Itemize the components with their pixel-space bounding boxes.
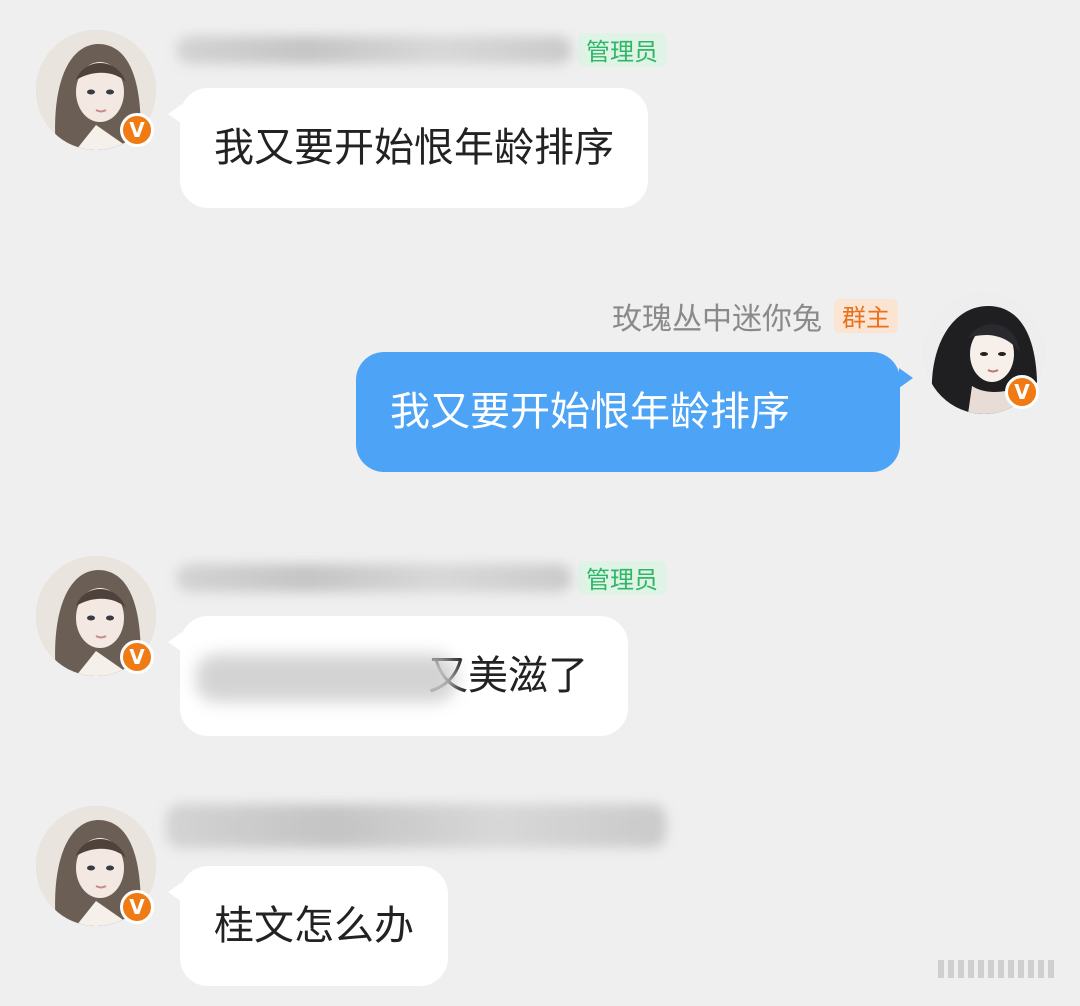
role-tag-owner: 群主	[834, 299, 898, 333]
bubble-tail	[899, 368, 913, 388]
message-bubble[interactable]: 我又要开始恨年龄排序	[356, 352, 900, 472]
vip-v-badge-icon: V	[120, 640, 154, 674]
message-bubble[interactable]: 桂文怎么办	[180, 866, 448, 986]
sender-name-row: 管理员	[176, 30, 666, 70]
watermark	[938, 960, 1054, 978]
sender-name-row: 玫瑰丛中迷你兔 群主	[612, 296, 898, 337]
role-tag-admin: 管理员	[578, 33, 666, 67]
sender-name-redacted	[176, 36, 572, 64]
sender-name-redacted	[166, 804, 666, 848]
vip-v-badge-icon: V	[120, 890, 154, 924]
sender-name: 玫瑰丛中迷你兔	[612, 302, 822, 337]
vip-v-badge-icon: V	[1005, 375, 1039, 409]
sender-name-row	[166, 804, 666, 848]
redacted-text-blur	[196, 654, 456, 702]
message-bubble[interactable]: 我又要开始恨年龄排序	[180, 88, 648, 208]
sender-name-redacted	[176, 564, 572, 592]
vip-v-badge-icon: V	[120, 113, 154, 147]
sender-name-row: 管理员	[176, 558, 666, 598]
role-tag-admin: 管理员	[578, 561, 666, 595]
